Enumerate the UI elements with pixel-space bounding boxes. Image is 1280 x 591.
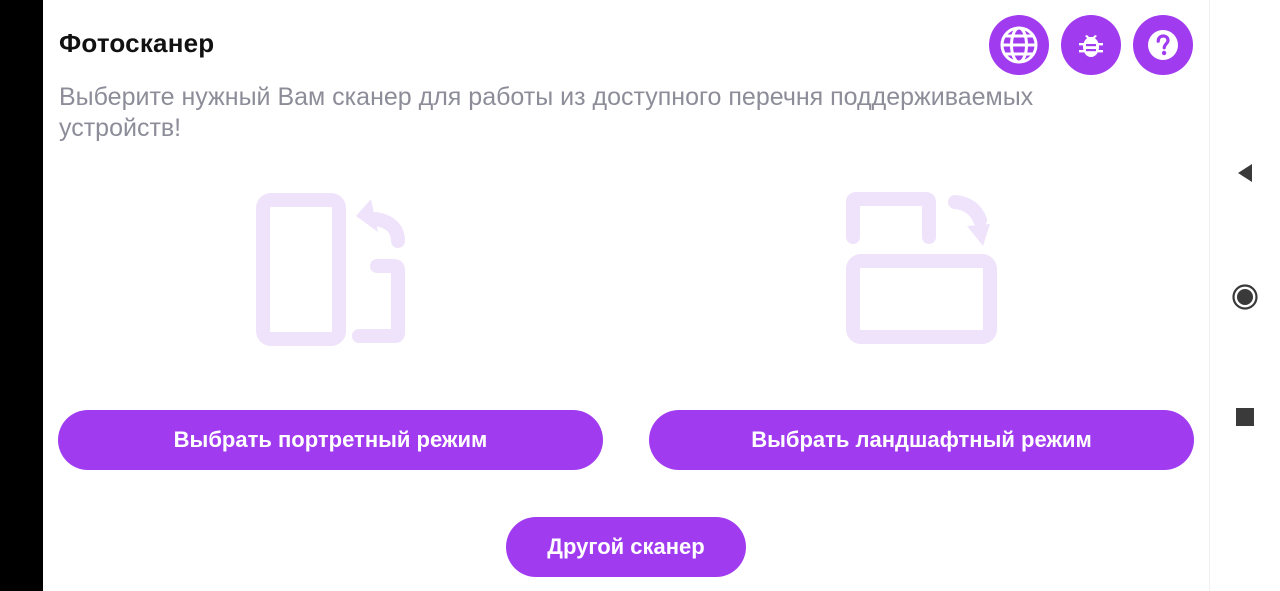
landscape-mode-illustration [839,186,1009,350]
bug-icon [1079,35,1103,57]
back-icon [1238,164,1252,182]
system-navigation-bar [1209,0,1280,591]
landscape-mode-button-label: Выбрать ландшафтный режим [751,427,1092,452]
language-button[interactable] [989,15,1049,75]
other-scanner-button[interactable]: Другой сканер [506,517,746,577]
left-black-bar [0,0,43,591]
back-button[interactable] [1234,162,1256,189]
page-subtitle: Выберите нужный Вам сканер для работы из… [59,83,1034,142]
page-title: Фотосканер [59,28,215,58]
bug-report-button[interactable] [1061,15,1121,75]
help-button[interactable] [1133,15,1193,75]
app-screen: Фотосканер Выберите нужный Вам сканер дл… [43,0,1209,591]
screen-rotation-landscape-icon [846,192,997,344]
header-actions [989,15,1193,75]
portrait-mode-button[interactable]: Выбрать портретный режим [58,410,603,470]
other-scanner-button-label: Другой сканер [547,534,705,559]
home-icon [1232,284,1258,310]
recents-button[interactable] [1236,408,1254,431]
home-button[interactable] [1232,284,1258,315]
screen-rotation-portrait-icon [256,193,405,346]
portrait-mode-button-label: Выбрать портретный режим [173,427,488,452]
recents-icon [1236,408,1254,426]
portrait-mode-illustration [253,186,413,350]
landscape-mode-button[interactable]: Выбрать ландшафтный режим [649,410,1194,470]
help-icon [1148,30,1178,60]
language-icon [1000,26,1038,64]
